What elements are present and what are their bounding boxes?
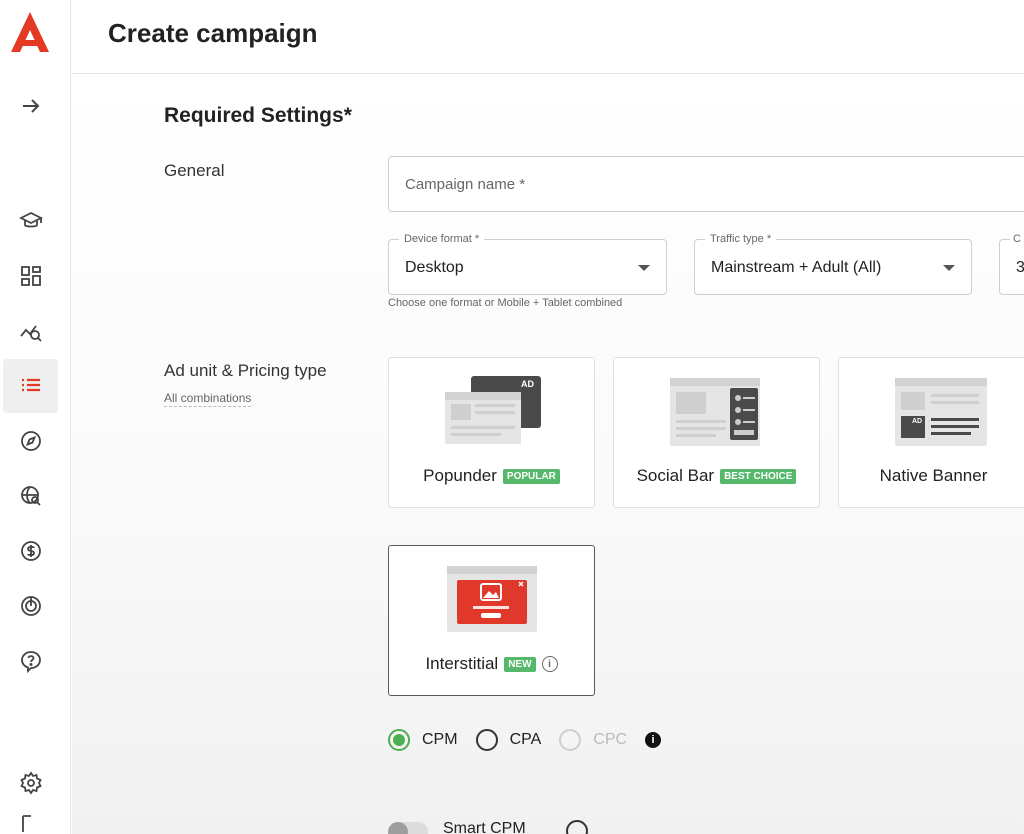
sidebar-item-dashboard[interactable] — [3, 249, 58, 303]
sidebar — [0, 0, 71, 834]
sidebar-item-billing[interactable] — [3, 524, 58, 578]
campaign-name-input[interactable] — [388, 156, 1024, 212]
logo — [11, 12, 49, 52]
sidebar-item-campaigns[interactable] — [3, 359, 58, 413]
help-icon — [20, 651, 41, 673]
ad-label: AD — [521, 379, 534, 389]
pricing-type-radio-group: CPM CPA CPC i — [388, 728, 662, 752]
analytics-icon — [19, 325, 42, 342]
smart-cpm-label: Smart CPM — [443, 820, 526, 834]
device-format-helper: Choose one format or Mobile + Tablet com… — [388, 297, 623, 309]
sidebar-item-settings[interactable] — [3, 756, 58, 810]
compass-icon — [20, 431, 41, 451]
graduation-cap-icon — [18, 211, 43, 228]
radio-cpa-control[interactable] — [475, 729, 498, 751]
smart-cpm-row: Smart CPM — [388, 820, 608, 834]
third-select[interactable]: C 3 — [999, 233, 1024, 295]
chevron-down-icon — [638, 265, 650, 271]
info-icon[interactable]: i — [541, 656, 558, 672]
radio-cpc-label: CPC — [593, 731, 628, 748]
radio-cpm-control[interactable] — [388, 729, 410, 751]
main-content: Required Settings* General Device format… — [72, 75, 1024, 834]
sidebar-item-help[interactable] — [3, 634, 58, 688]
card-caption: Social Bar BEST CHOICE — [614, 466, 819, 486]
all-combinations-link[interactable]: All combinations — [164, 391, 252, 407]
dashboard-icon — [20, 266, 41, 286]
card-caption: Interstitial NEW i — [389, 654, 594, 674]
third-select-value: 3 — [1016, 259, 1024, 276]
ad-label: AD — [912, 418, 922, 425]
sidebar-item-targeting[interactable] — [3, 579, 58, 633]
card-title: Native Banner — [879, 466, 988, 485]
page-header: Create campaign — [72, 0, 1024, 74]
radio-cpa-label: CPA — [509, 731, 542, 748]
native-banner-illustration: AD — [895, 378, 987, 446]
best-choice-badge: BEST CHOICE — [720, 468, 797, 484]
traffic-type-select[interactable]: Traffic type * Mainstream + Adult (All) — [694, 233, 972, 295]
settings-gear-icon — [19, 771, 42, 795]
expand-sidebar-button[interactable] — [3, 79, 58, 133]
logout-icon — [21, 815, 31, 832]
card-popunder[interactable]: AD Popunder POPULAR — [388, 357, 595, 508]
smart-cpm-toggle[interactable] — [388, 822, 428, 834]
radio-cpc: CPC — [559, 729, 627, 751]
card-title: Popunder — [423, 466, 497, 485]
third-select-label: C — [1010, 233, 1024, 245]
smart-cpm-info-icon[interactable] — [566, 820, 588, 834]
sidebar-item-academy[interactable] — [3, 194, 58, 248]
card-caption: Popunder POPULAR — [389, 466, 594, 486]
globe-search-icon — [20, 486, 41, 506]
dollar-icon — [20, 541, 41, 561]
radio-cpc-control — [559, 729, 582, 751]
device-format-value: Desktop — [405, 259, 464, 276]
page-title: Create campaign — [108, 18, 318, 48]
sidebar-item-explore[interactable] — [3, 414, 58, 468]
traffic-type-value: Mainstream + Adult (All) — [711, 259, 882, 276]
sidebar-item-logout[interactable] — [3, 812, 58, 834]
new-badge: NEW — [504, 656, 536, 672]
card-caption: Native Banner — [839, 466, 1024, 486]
radio-cpm-label: CPM — [422, 731, 458, 748]
popunder-illustration: AD — [445, 376, 541, 444]
card-interstitial[interactable]: Interstitial NEW i — [388, 545, 595, 696]
traffic-type-label: Traffic type * — [705, 233, 777, 245]
target-icon — [20, 596, 41, 616]
sidebar-item-statistics[interactable] — [3, 304, 58, 358]
popular-badge: POPULAR — [502, 468, 560, 484]
card-native-banner[interactable]: AD Native Banner — [838, 357, 1024, 508]
device-format-select[interactable]: Device format * Desktop — [388, 233, 667, 295]
pricing-info-icon[interactable]: i — [645, 732, 662, 748]
card-title: Interstitial — [425, 654, 499, 673]
sidebar-item-audience[interactable] — [3, 469, 58, 523]
section-title: Required Settings* — [164, 104, 352, 127]
chevron-down-icon — [943, 265, 955, 271]
radio-cpa[interactable]: CPA — [475, 729, 542, 751]
campaigns-list-icon — [21, 378, 40, 392]
radio-cpm[interactable]: CPM — [388, 729, 458, 751]
ad-unit-label: Ad unit & Pricing type — [164, 361, 327, 380]
social-bar-illustration — [670, 378, 760, 446]
card-title: Social Bar — [636, 466, 715, 485]
card-social-bar[interactable]: Social Bar BEST CHOICE — [613, 357, 820, 508]
general-label: General — [164, 161, 225, 180]
interstitial-illustration — [447, 566, 537, 632]
toggle-knob — [388, 822, 408, 834]
device-format-label: Device format * — [399, 233, 485, 245]
arrow-right-icon — [22, 99, 39, 113]
